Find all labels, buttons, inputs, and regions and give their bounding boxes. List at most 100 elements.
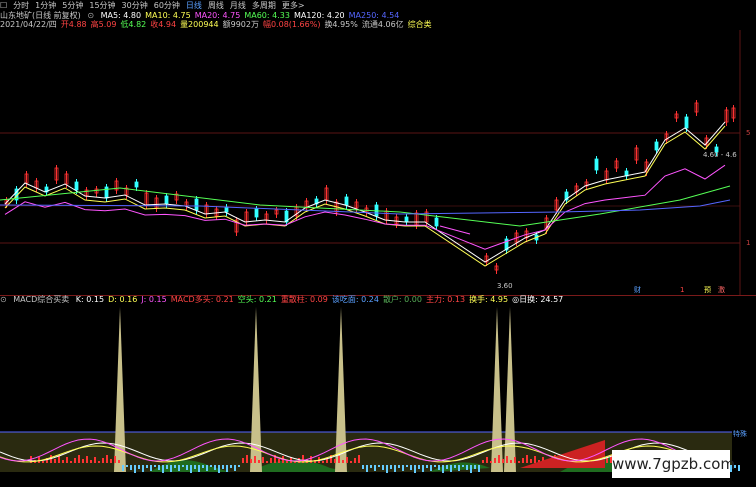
tab-7[interactable]: 日线: [186, 0, 202, 11]
indicator-value-5: 重散柱: 0.09: [280, 295, 328, 304]
macd-bar: [58, 456, 60, 463]
macd-bar: [94, 457, 96, 463]
macd-bar: [738, 465, 740, 471]
day-value-2: 高5.09: [90, 20, 117, 29]
macd-bar: [54, 459, 56, 463]
candle: [134, 179, 139, 191]
macd-bar: [374, 465, 376, 471]
macd-bar: [482, 460, 484, 463]
candle: [34, 178, 39, 192]
tab-1[interactable]: 分时: [13, 0, 29, 11]
watermark: www.7gpzb.com: [612, 450, 735, 478]
candle: [44, 184, 49, 196]
macd-bar: [506, 456, 508, 463]
macd-bar: [138, 465, 140, 469]
macd-bar: [334, 459, 336, 463]
candle: [154, 195, 159, 212]
macd-bar: [410, 465, 412, 470]
macd-bar: [486, 457, 488, 463]
macd-bar: [342, 460, 344, 463]
macd-bar: [422, 465, 424, 472]
macd-bar: [118, 460, 120, 463]
macd-bar: [150, 465, 152, 471]
macd-bar: [402, 465, 404, 471]
macd-bar: [530, 459, 532, 463]
candle: [344, 194, 349, 209]
macd-bar: [202, 465, 204, 468]
macd-bar: [254, 456, 256, 463]
tab-11[interactable]: 更多>: [282, 0, 305, 11]
tab-9[interactable]: 月线: [230, 0, 246, 11]
ma10-line: [4, 125, 726, 267]
candle: [614, 158, 619, 172]
macd-bar: [258, 460, 260, 463]
tab-2[interactable]: 1分钟: [35, 0, 56, 11]
candle: [234, 217, 239, 236]
macd-bar: [194, 465, 196, 469]
macd-bar: [386, 465, 388, 473]
macd-bar: [494, 458, 496, 463]
indicator-name[interactable]: MACD综合买卖: [13, 295, 69, 304]
candle: [114, 178, 119, 194]
day-value-4: 收4.94: [150, 20, 177, 29]
macd-bar: [242, 458, 244, 463]
signal-spike: [335, 307, 347, 472]
tab-6[interactable]: 60分钟: [154, 0, 180, 11]
candle-body: [254, 208, 259, 218]
macd-bar: [378, 465, 380, 467]
kline-chart[interactable]: 4.60 - 4.6 3.60 5 1 财 1 预激: [0, 30, 756, 295]
macd-bar: [278, 459, 280, 463]
macd-bar: [498, 455, 500, 463]
macd-bar: [370, 465, 372, 468]
ma-value-5: MA250: 4.54: [348, 11, 400, 20]
macd-bar: [470, 465, 472, 473]
macd-bar: [502, 459, 504, 463]
period-toolbar: ☐ 分时 1分钟 5分钟 15分钟 30分钟 60分钟 日线 周线 月线 多周期 更多>: [0, 0, 311, 11]
macd-bar: [398, 465, 400, 468]
macd-bar: [122, 465, 124, 471]
macd-bar: [134, 465, 136, 473]
indicator-value-6: 该吃面: 0.24: [331, 295, 379, 304]
tab-4[interactable]: 15分钟: [89, 0, 115, 11]
macd-bar: [190, 465, 192, 473]
ma-value-0: MA5: 4.80: [100, 11, 142, 20]
event-marker: 财: [634, 285, 641, 294]
candle: [54, 165, 59, 184]
macd-bar: [178, 465, 180, 471]
indicator-value-3: MACD多头: 0.21: [170, 295, 234, 304]
macd-bar: [250, 459, 252, 463]
macd-bar: [154, 465, 156, 467]
candle: [174, 191, 179, 204]
tab-3[interactable]: 5分钟: [62, 0, 83, 11]
indicator-value-7: 散户: 0.00: [382, 295, 422, 304]
candle: [504, 236, 509, 254]
macd-bar: [78, 455, 80, 463]
macd-bar: [366, 465, 368, 472]
macd-bar: [106, 455, 108, 463]
candle: [104, 184, 109, 202]
macd-bar: [350, 461, 352, 463]
indicator-value-0: K: 0.15: [75, 295, 105, 304]
macd-bar: [346, 457, 348, 463]
indicator-settings-icon[interactable]: ⊙: [0, 295, 7, 304]
candle: [494, 263, 499, 274]
macd-bar: [70, 461, 72, 463]
settings-icon[interactable]: ⊙: [87, 11, 94, 20]
macd-bar: [406, 465, 408, 467]
candle: [634, 145, 639, 164]
macd-bar: [66, 457, 68, 463]
tab-0[interactable]: ☐: [0, 0, 7, 11]
macd-bar: [358, 455, 360, 463]
candle: [184, 199, 189, 210]
candle: [404, 214, 409, 226]
candle: [204, 202, 209, 218]
day-value-1: 开4.88: [60, 20, 87, 29]
macd-bar: [458, 465, 460, 471]
tab-5[interactable]: 30分钟: [122, 0, 148, 11]
macd-bar: [82, 459, 84, 463]
tab-8[interactable]: 周线: [208, 0, 224, 11]
tab-10[interactable]: 多周期: [252, 0, 276, 11]
macd-bar: [382, 465, 384, 470]
macd-bar: [450, 465, 452, 472]
macd-bar: [214, 465, 216, 470]
